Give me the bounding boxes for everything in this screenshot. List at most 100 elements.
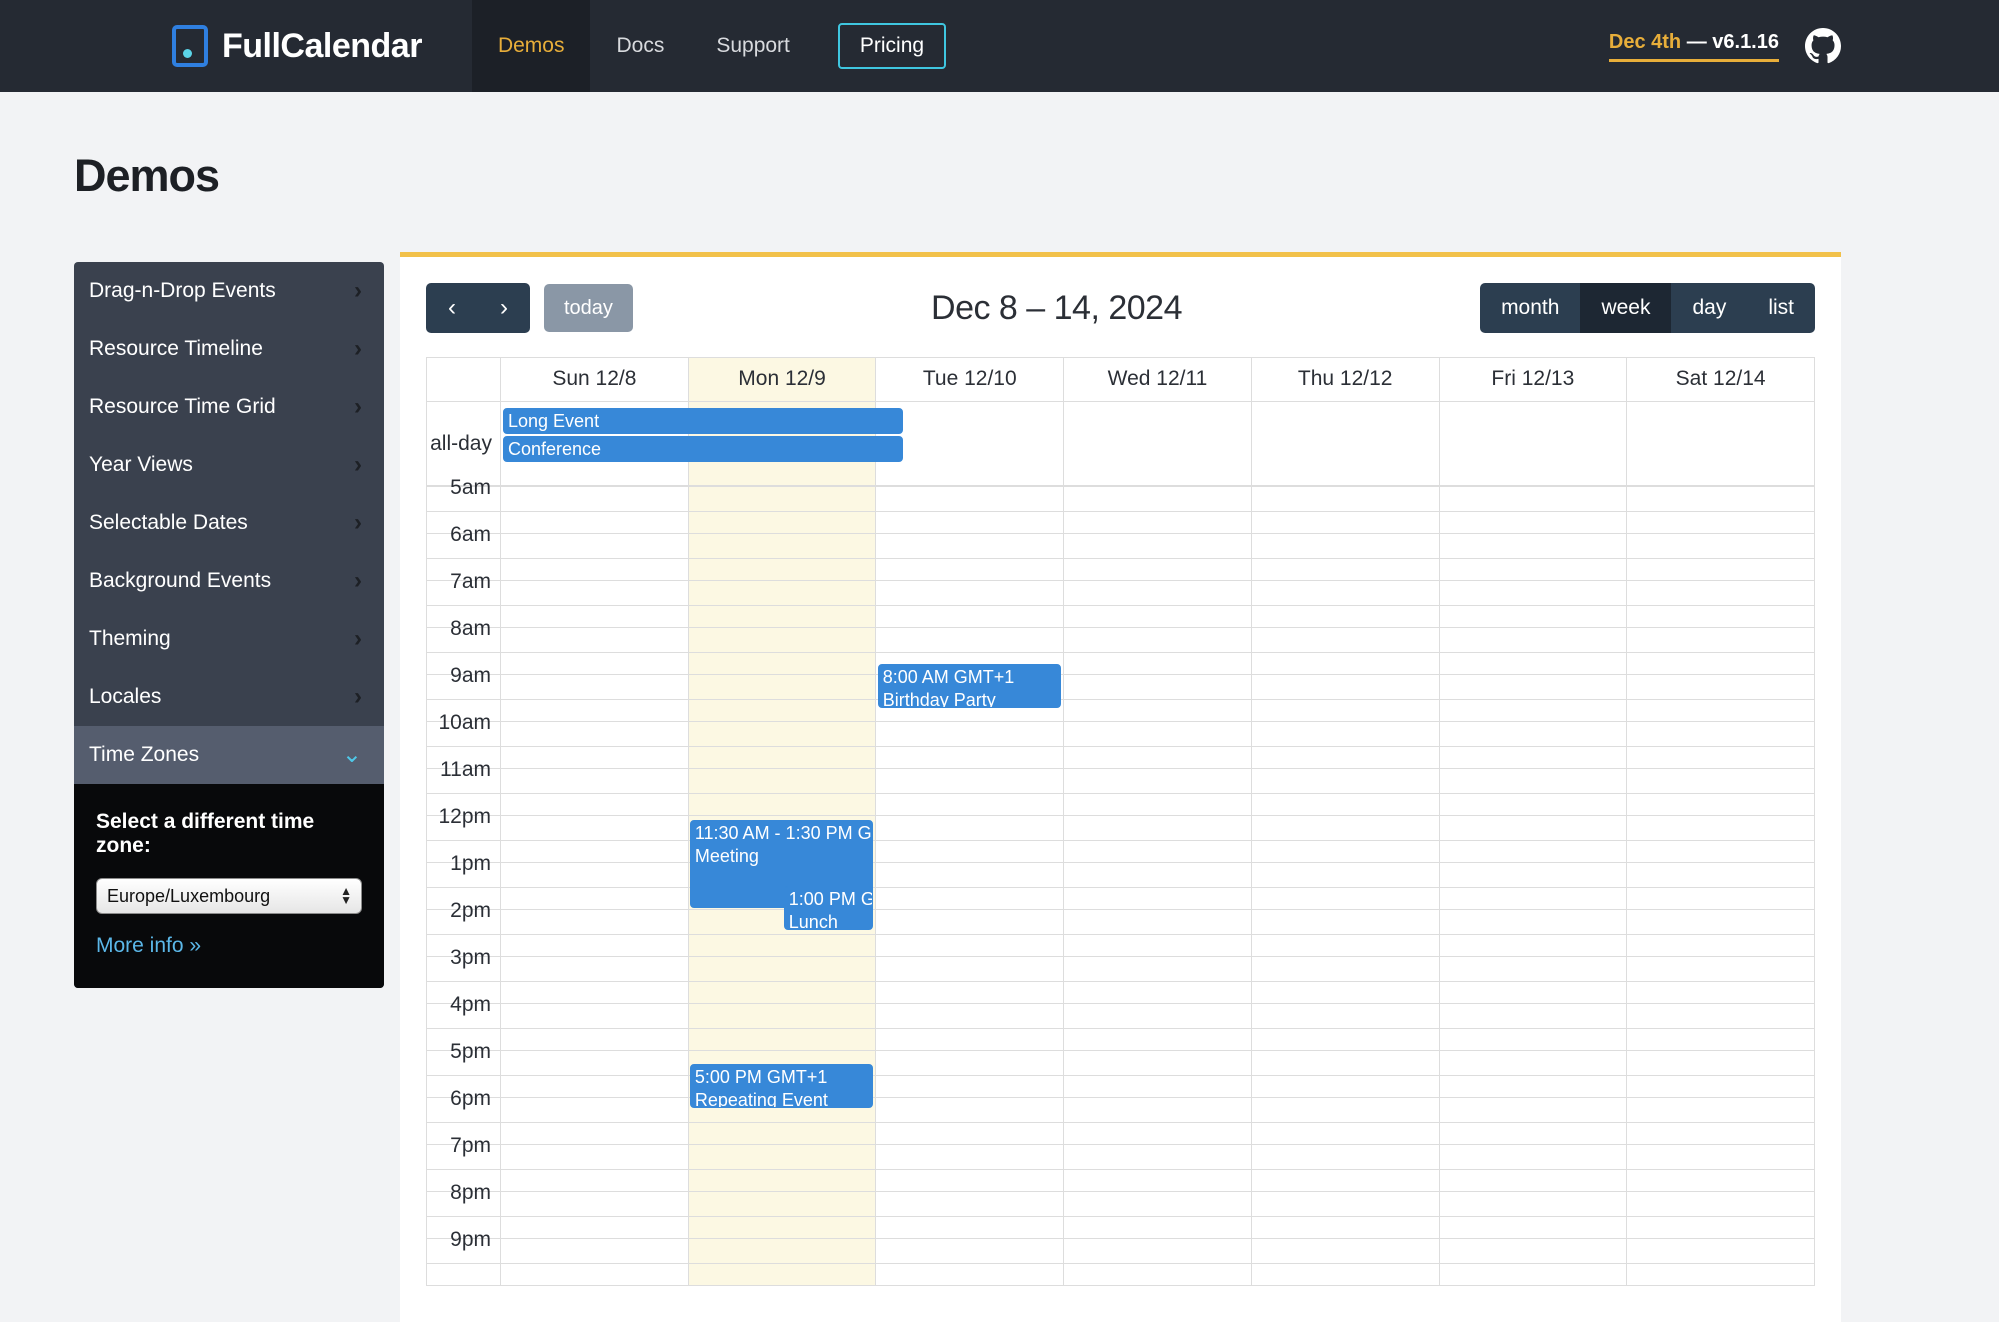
time-slot-cell[interactable] bbox=[687, 533, 877, 559]
time-slot-cell[interactable] bbox=[1250, 815, 1440, 841]
time-slot-cell[interactable] bbox=[500, 1050, 689, 1076]
time-slot-cell[interactable] bbox=[1063, 486, 1252, 512]
time-slot-cell[interactable] bbox=[500, 956, 689, 982]
time-slot-cell[interactable] bbox=[1063, 721, 1252, 747]
time-slot-cell[interactable] bbox=[687, 486, 877, 512]
time-slot-cell[interactable] bbox=[1250, 909, 1440, 935]
time-slot-cell[interactable] bbox=[875, 909, 1065, 935]
time-slot-cell[interactable] bbox=[875, 511, 1065, 534]
time-slot-cell[interactable] bbox=[1063, 1238, 1252, 1264]
view-button-list[interactable]: list bbox=[1747, 283, 1815, 333]
time-slot-cell[interactable] bbox=[1438, 721, 1628, 747]
day-header-fri[interactable]: Fri 12/13 bbox=[1438, 357, 1628, 402]
time-slot-cell[interactable] bbox=[500, 558, 689, 581]
event-birthday-party[interactable]: 8:00 AM GMT+1 Birthday Party bbox=[877, 664, 1061, 708]
time-slot-cell[interactable] bbox=[500, 1075, 689, 1098]
time-slot-cell[interactable] bbox=[1250, 558, 1440, 581]
time-slot-cell[interactable] bbox=[875, 486, 1065, 512]
day-header-sun[interactable]: Sun 12/8 bbox=[500, 357, 689, 402]
time-slot-cell[interactable] bbox=[1626, 1191, 1815, 1217]
time-slot-cell[interactable] bbox=[687, 699, 877, 722]
time-slot-cell[interactable] bbox=[687, 1216, 877, 1239]
day-header-wed[interactable]: Wed 12/11 bbox=[1063, 357, 1252, 402]
sidebar-item-time-zones[interactable]: Time Zones ⌄ bbox=[74, 726, 384, 784]
time-slot-cell[interactable] bbox=[1438, 652, 1628, 675]
time-slot-cell[interactable] bbox=[1626, 746, 1815, 769]
more-info-link[interactable]: More info » bbox=[96, 934, 201, 958]
time-slot-cell[interactable] bbox=[500, 1191, 689, 1217]
time-slot-cell[interactable] bbox=[1626, 558, 1815, 581]
time-slot-cell[interactable] bbox=[1438, 1097, 1628, 1123]
time-slot-cell[interactable] bbox=[687, 746, 877, 769]
time-slot-cell[interactable] bbox=[875, 605, 1065, 628]
time-slot-cell[interactable] bbox=[1063, 840, 1252, 863]
time-slot-cell[interactable] bbox=[1063, 605, 1252, 628]
time-slot-cell[interactable] bbox=[1063, 1050, 1252, 1076]
sidebar-item-theming[interactable]: Theming › bbox=[74, 610, 384, 668]
prev-button[interactable]: ‹ bbox=[426, 283, 478, 333]
time-slot-cell[interactable] bbox=[1438, 956, 1628, 982]
time-slot-cell[interactable] bbox=[1063, 1144, 1252, 1170]
sidebar-item-resource-time-grid[interactable]: Resource Time Grid › bbox=[74, 378, 384, 436]
time-slot-cell[interactable] bbox=[1438, 934, 1628, 957]
time-slot-cell[interactable] bbox=[1063, 887, 1252, 910]
time-slot-cell[interactable] bbox=[500, 1238, 689, 1264]
time-slot-cell[interactable] bbox=[1626, 627, 1815, 653]
time-slot-cell[interactable] bbox=[500, 627, 689, 653]
time-slot-cell[interactable] bbox=[875, 746, 1065, 769]
time-slot-cell[interactable] bbox=[687, 674, 877, 700]
time-slot-cell[interactable] bbox=[687, 1263, 877, 1286]
event-repeating-event[interactable]: 5:00 PM GMT+1 Repeating Event bbox=[689, 1064, 873, 1108]
time-slot-cell[interactable] bbox=[1438, 1028, 1628, 1051]
time-slot-cell[interactable] bbox=[875, 1144, 1065, 1170]
time-slot-cell[interactable] bbox=[1063, 533, 1252, 559]
time-slot-cell[interactable] bbox=[1626, 840, 1815, 863]
time-slot-cell[interactable] bbox=[1438, 1050, 1628, 1076]
time-slot-cell[interactable] bbox=[500, 533, 689, 559]
time-slot-cell[interactable] bbox=[1438, 1191, 1628, 1217]
day-header-thu[interactable]: Thu 12/12 bbox=[1250, 357, 1440, 402]
time-slot-cell[interactable] bbox=[1250, 793, 1440, 816]
github-icon[interactable] bbox=[1805, 28, 1841, 64]
time-slot-cell[interactable] bbox=[1438, 511, 1628, 534]
all-day-cell-tue[interactable] bbox=[875, 401, 1065, 486]
time-slot-cell[interactable] bbox=[1626, 605, 1815, 628]
time-slot-cell[interactable] bbox=[1250, 1169, 1440, 1192]
time-slot-cell[interactable] bbox=[1063, 1097, 1252, 1123]
time-slot-cell[interactable] bbox=[1063, 1169, 1252, 1192]
time-slot-cell[interactable] bbox=[1626, 511, 1815, 534]
day-header-sat[interactable]: Sat 12/14 bbox=[1626, 357, 1815, 402]
time-slot-cell[interactable] bbox=[687, 1003, 877, 1029]
time-slot-cell[interactable] bbox=[500, 674, 689, 700]
time-slot-cell[interactable] bbox=[1626, 1238, 1815, 1264]
time-slot-cell[interactable] bbox=[687, 580, 877, 606]
nav-link-docs[interactable]: Docs bbox=[590, 0, 690, 92]
time-slot-cell[interactable] bbox=[500, 840, 689, 863]
time-slot-cell[interactable] bbox=[1626, 887, 1815, 910]
time-slot-cell[interactable] bbox=[875, 815, 1065, 841]
time-slot-cell[interactable] bbox=[1063, 1216, 1252, 1239]
time-slot-cell[interactable] bbox=[1250, 533, 1440, 559]
time-slot-cell[interactable] bbox=[1250, 887, 1440, 910]
time-slot-cell[interactable] bbox=[1250, 1003, 1440, 1029]
time-slot-cell[interactable] bbox=[687, 558, 877, 581]
time-slot-cell[interactable] bbox=[500, 909, 689, 935]
time-slot-cell[interactable] bbox=[1063, 1191, 1252, 1217]
time-slot-cell[interactable] bbox=[1626, 1216, 1815, 1239]
time-slot-cell[interactable] bbox=[1250, 1097, 1440, 1123]
time-slot-cell[interactable] bbox=[1626, 815, 1815, 841]
time-slot-cell[interactable] bbox=[1063, 1003, 1252, 1029]
sidebar-item-year-views[interactable]: Year Views › bbox=[74, 436, 384, 494]
time-slot-cell[interactable] bbox=[875, 721, 1065, 747]
time-slot-cell[interactable] bbox=[1250, 981, 1440, 1004]
time-slot-cell[interactable] bbox=[1063, 1075, 1252, 1098]
nav-link-support[interactable]: Support bbox=[690, 0, 816, 92]
time-slot-cell[interactable] bbox=[1063, 934, 1252, 957]
time-slot-cell[interactable] bbox=[500, 605, 689, 628]
time-slot-cell[interactable] bbox=[500, 486, 689, 512]
time-slot-cell[interactable] bbox=[500, 934, 689, 957]
time-slot-cell[interactable] bbox=[687, 981, 877, 1004]
time-slot-cell[interactable] bbox=[687, 1238, 877, 1264]
time-slot-cell[interactable] bbox=[875, 793, 1065, 816]
time-slot-cell[interactable] bbox=[1250, 840, 1440, 863]
